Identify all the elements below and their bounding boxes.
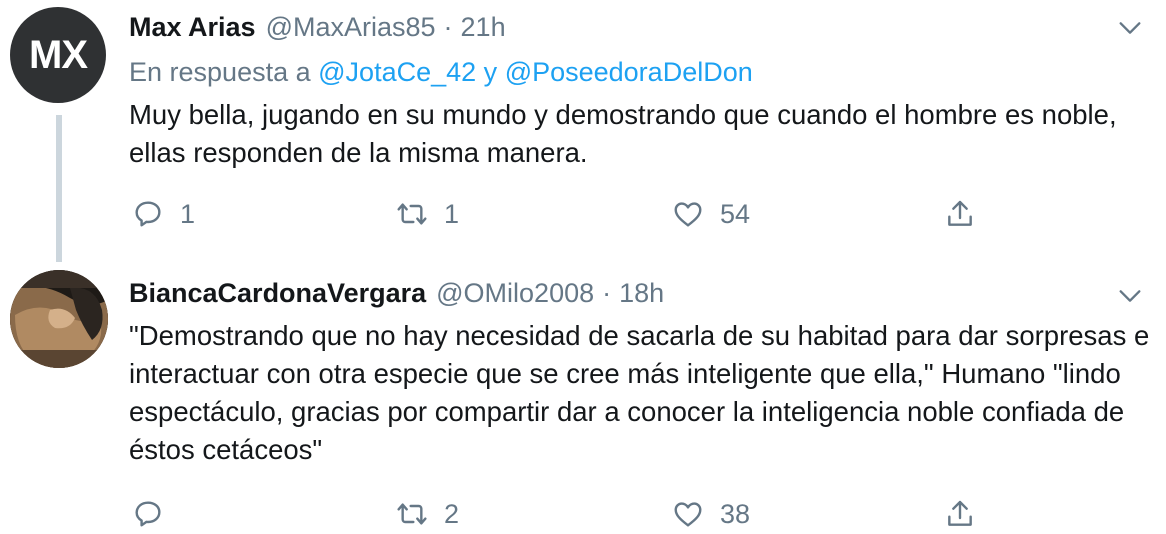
share-button[interactable] <box>944 194 976 234</box>
tweet-actions: 2 38 <box>0 494 1166 534</box>
share-icon <box>948 500 972 526</box>
timestamp[interactable]: 18h <box>619 278 664 309</box>
tweet-header: Max Arias @MaxArias85 · 21h <box>129 12 506 43</box>
share-button[interactable] <box>944 494 976 534</box>
separator-dot: · <box>443 12 453 42</box>
reply-prefix: En respuesta a <box>129 57 311 87</box>
reply-button[interactable]: 1 <box>132 194 195 234</box>
chevron-down-icon[interactable] <box>1116 282 1144 310</box>
avatar[interactable]: MX <box>10 7 106 103</box>
reply-icon <box>135 501 161 527</box>
like-button[interactable]: 54 <box>672 194 750 234</box>
mention-joiner: y <box>483 57 498 87</box>
like-icon <box>674 202 702 227</box>
tweet-text: "Demostrando que no hay necesidad de sac… <box>129 320 1150 465</box>
like-button[interactable]: 38 <box>672 494 750 534</box>
reply-count: 1 <box>180 198 196 229</box>
tweet[interactable]: MX Max Arias @MaxArias85 · 21h En respue… <box>0 0 1166 262</box>
user-handle[interactable]: @OMilo2008 <box>436 278 594 309</box>
chevron-down-icon[interactable] <box>1116 14 1144 42</box>
reply-context: En respuesta a @JotaCe_42 y @PoseedoraDe… <box>129 57 753 88</box>
reply-icon <box>135 201 161 227</box>
tweet-text: Muy bella, jugando en su mundo y demostr… <box>129 99 1117 168</box>
avatar-logo-text: MX <box>29 32 88 77</box>
like-count: 38 <box>720 498 751 529</box>
timestamp[interactable]: 21h <box>461 12 506 43</box>
reply-button[interactable] <box>132 494 164 534</box>
retweet-icon <box>397 503 427 525</box>
retweet-icon <box>397 203 427 225</box>
mention-link[interactable]: @PoseedoraDelDon <box>505 57 753 87</box>
tweet[interactable]: BiancaCardonaVergara @OMilo2008 · 18h "D… <box>0 262 1166 530</box>
like-count: 54 <box>720 198 751 229</box>
separator-dot: · <box>602 278 612 308</box>
retweet-button[interactable]: 1 <box>396 194 459 234</box>
retweet-count: 1 <box>444 198 460 229</box>
like-icon <box>674 502 702 527</box>
retweet-button[interactable]: 2 <box>396 494 459 534</box>
avatar[interactable] <box>10 270 108 368</box>
tweet-header: BiancaCardonaVergara @OMilo2008 · 18h <box>129 278 664 309</box>
retweet-count: 2 <box>444 498 460 529</box>
avatar-photo <box>10 270 108 368</box>
thread-line <box>56 115 62 262</box>
user-handle[interactable]: @MaxArias85 <box>266 12 436 43</box>
display-name[interactable]: Max Arias <box>129 12 256 43</box>
tweet-actions: 1 1 54 <box>0 194 1166 234</box>
display-name[interactable]: BiancaCardonaVergara <box>129 278 426 309</box>
share-icon <box>948 200 972 226</box>
mention-link[interactable]: @JotaCe_42 <box>318 57 476 87</box>
